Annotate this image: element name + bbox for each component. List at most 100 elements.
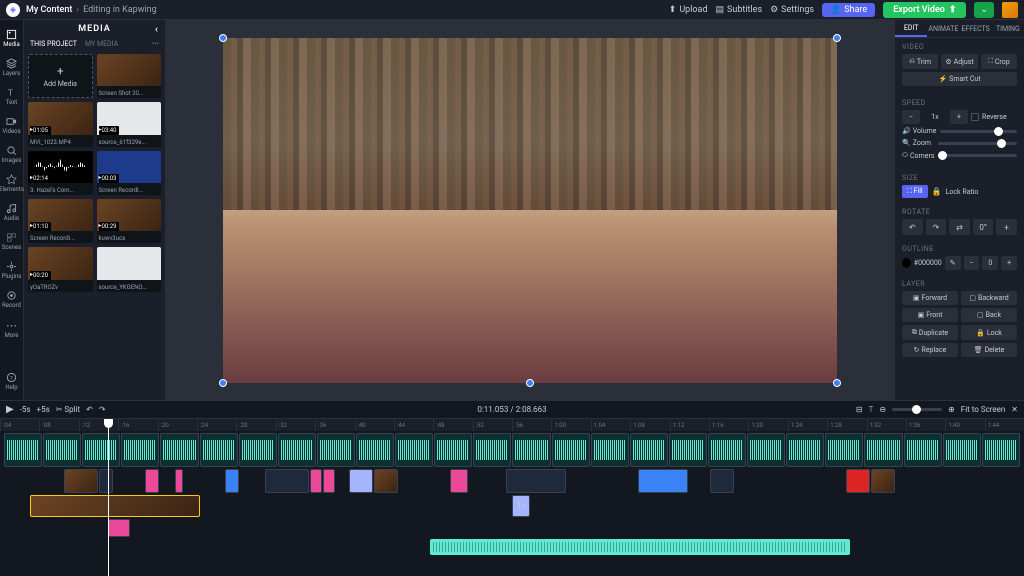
- clip[interactable]: [871, 469, 895, 493]
- filmstrip-frame[interactable]: [864, 433, 902, 467]
- filmstrip-frame[interactable]: [356, 433, 394, 467]
- add-media-button[interactable]: +Add Media: [28, 54, 93, 98]
- lock-button[interactable]: 🔒Lock: [961, 325, 1017, 340]
- media-item[interactable]: 01:05▸MVI_1023.MP4: [28, 102, 93, 146]
- tab-edit[interactable]: EDIT: [895, 20, 927, 37]
- rail-plugins[interactable]: Plugins: [0, 256, 23, 285]
- trim-button[interactable]: ⎌Trim: [902, 54, 938, 69]
- breadcrumb[interactable]: My Content›Editing in Kapwing: [26, 5, 157, 15]
- resize-handle-tl[interactable]: [219, 34, 227, 42]
- fwd-5s[interactable]: +5s: [37, 405, 50, 414]
- clip[interactable]: [323, 469, 335, 493]
- smartcut-button[interactable]: ⚡Smart Cut: [902, 72, 1017, 86]
- filmstrip-frame[interactable]: [43, 433, 81, 467]
- play-button[interactable]: ▶: [6, 404, 14, 415]
- filmstrip-frame[interactable]: [904, 433, 942, 467]
- filmstrip-frame[interactable]: [121, 433, 159, 467]
- rail-elements[interactable]: Elements: [0, 169, 23, 198]
- media-item[interactable]: 01:10▸Screen Recordi...: [28, 199, 93, 243]
- rail-audio[interactable]: Audio: [0, 198, 23, 227]
- media-tab-project[interactable]: THIS PROJECT: [30, 40, 77, 48]
- backward-button[interactable]: ▢Backward: [961, 291, 1017, 305]
- timeline-ruler[interactable]: :04:08:12:16:20:24:28:32:36:40:44:48:52:…: [0, 419, 1024, 431]
- filmstrip-frame[interactable]: [943, 433, 981, 467]
- collapse-icon[interactable]: ‹: [155, 24, 159, 35]
- canvas-area[interactable]: [166, 20, 894, 400]
- back-button[interactable]: ▢Back: [961, 308, 1017, 322]
- media-tab-mine[interactable]: MY MEDIA: [85, 40, 118, 48]
- rail-layers[interactable]: Layers: [0, 53, 23, 82]
- forward-button[interactable]: ▣Forward: [902, 291, 958, 305]
- lock-icon[interactable]: 🔒: [932, 187, 942, 196]
- reverse-checkbox[interactable]: [971, 113, 979, 121]
- media-item[interactable]: 00:29▸kuwv3ucs: [97, 199, 162, 243]
- speed-increase[interactable]: +: [950, 110, 968, 124]
- filmstrip-frame[interactable]: [434, 433, 472, 467]
- filmstrip-frame[interactable]: [200, 433, 238, 467]
- zoom-in[interactable]: ⊕: [948, 405, 955, 414]
- filmstrip-frame[interactable]: [512, 433, 550, 467]
- video-track-4[interactable]: [108, 519, 1020, 537]
- media-item[interactable]: 03:40▸source_61f329e...: [97, 102, 162, 146]
- clip[interactable]: [506, 469, 566, 493]
- filmstrip-frame[interactable]: [395, 433, 433, 467]
- timeline-zoom-slider[interactable]: [892, 408, 942, 411]
- filmstrip-frame[interactable]: [747, 433, 785, 467]
- filmstrip-frame[interactable]: [278, 433, 316, 467]
- filmstrip-frame[interactable]: [4, 433, 42, 467]
- close-timeline[interactable]: ✕: [1011, 405, 1018, 414]
- resize-handle-bc[interactable]: [526, 379, 534, 387]
- corners-slider[interactable]: [938, 154, 1017, 157]
- fit-screen[interactable]: Fit to Screen: [961, 405, 1006, 414]
- flip-h[interactable]: ⇄: [949, 219, 970, 235]
- outline-picker[interactable]: ✎: [945, 256, 961, 270]
- outline-color-swatch[interactable]: [902, 258, 911, 268]
- clip[interactable]: [638, 469, 688, 493]
- clip[interactable]: [108, 519, 130, 537]
- media-item[interactable]: 00:20▸yOaTROZv: [28, 247, 93, 291]
- video-track-1[interactable]: [4, 433, 1020, 467]
- filmstrip-frame[interactable]: [239, 433, 277, 467]
- outline-plus[interactable]: +: [1001, 256, 1017, 270]
- rail-help[interactable]: ?Help: [0, 367, 23, 396]
- share-button[interactable]: 👤Share: [822, 3, 875, 17]
- clip-selected[interactable]: [30, 495, 200, 517]
- app-logo[interactable]: ◈: [6, 3, 20, 17]
- filmstrip-frame[interactable]: [630, 433, 668, 467]
- rail-media[interactable]: Media: [0, 24, 23, 53]
- filmstrip-frame[interactable]: [591, 433, 629, 467]
- clip[interactable]: [145, 469, 159, 493]
- clip[interactable]: [450, 469, 468, 493]
- clip[interactable]: [225, 469, 239, 493]
- front-button[interactable]: ▣Front: [902, 308, 958, 322]
- filmstrip-frame[interactable]: [473, 433, 511, 467]
- settings-button[interactable]: ⚙Settings: [770, 5, 814, 15]
- text-clip[interactable]: Tᴛ: [512, 495, 530, 517]
- filmstrip-frame[interactable]: [317, 433, 355, 467]
- outline-minus[interactable]: −: [964, 256, 980, 270]
- clip[interactable]: [349, 469, 373, 493]
- clip[interactable]: [374, 469, 398, 493]
- media-item[interactable]: 02:14▸3. Hazel's Com...: [28, 151, 93, 195]
- media-item[interactable]: 00:03▸Screen Recordi...: [97, 151, 162, 195]
- media-item[interactable]: Screen Shot 20...: [97, 54, 162, 98]
- volume-slider[interactable]: [940, 130, 1017, 133]
- upload-button[interactable]: ⬆Upload: [669, 5, 708, 15]
- clip[interactable]: [265, 469, 309, 493]
- clip[interactable]: [64, 469, 98, 493]
- filmstrip-frame[interactable]: [552, 433, 590, 467]
- rail-text[interactable]: TText: [0, 82, 23, 111]
- filmstrip-frame[interactable]: [825, 433, 863, 467]
- split-button[interactable]: ✂Split: [56, 405, 80, 414]
- export-dropdown[interactable]: ⌄: [974, 2, 994, 18]
- speed-decrease[interactable]: −: [902, 110, 920, 124]
- duplicate-button[interactable]: ⧉Duplicate: [902, 325, 958, 340]
- rail-scenes[interactable]: Scenes: [0, 227, 23, 256]
- filmstrip-frame[interactable]: [160, 433, 198, 467]
- redo-button[interactable]: ↷: [99, 405, 106, 414]
- playhead[interactable]: [108, 419, 109, 576]
- rail-record[interactable]: Record: [0, 285, 23, 314]
- clip[interactable]: [710, 469, 734, 493]
- subtitles-button[interactable]: ▤Subtitles: [716, 5, 763, 15]
- rail-videos[interactable]: Videos: [0, 111, 23, 140]
